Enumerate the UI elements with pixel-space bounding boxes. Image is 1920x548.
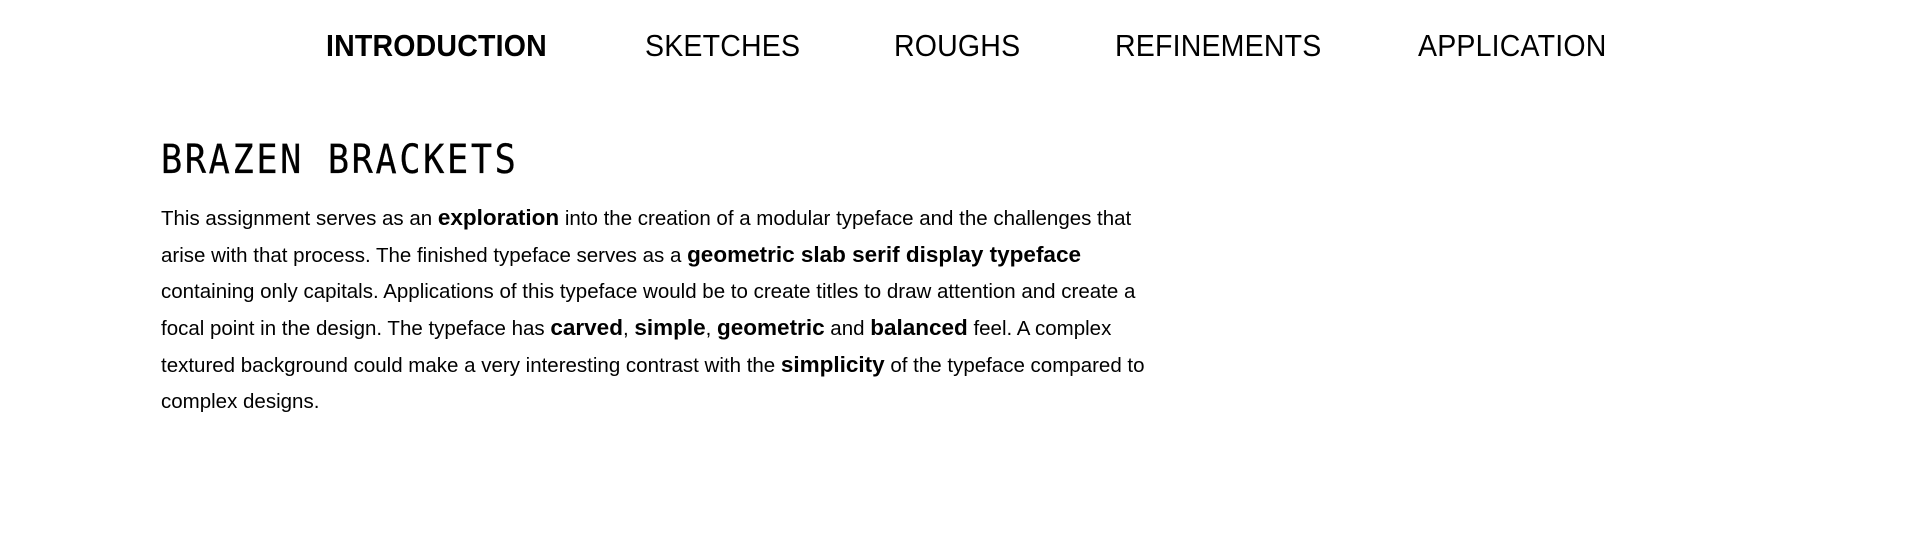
intro-paragraph: This assignment serves as an exploration… <box>161 200 1171 420</box>
emphasis-text: exploration <box>437 205 560 230</box>
page-title: BRAZEN BRACKETS <box>161 137 519 183</box>
nav-item-application[interactable]: APPLICATION <box>1418 24 1607 68</box>
intro-text: , <box>622 317 635 340</box>
nav-item-introduction[interactable]: INTRODUCTION <box>326 24 547 68</box>
nav-item-sketches[interactable]: SKETCHES <box>645 24 800 68</box>
intro-text: and <box>824 317 871 340</box>
emphasis-text: geometric slab serif display typeface <box>687 242 1081 267</box>
nav-item-refinements[interactable]: REFINEMENTS <box>1115 24 1321 68</box>
emphasis-text: geometric <box>717 315 825 340</box>
emphasis-text: balanced <box>870 315 968 340</box>
emphasis-text: simplicity <box>780 352 885 377</box>
intro-text: This assignment serves as an <box>161 207 438 230</box>
emphasis-text: simple <box>634 315 706 340</box>
nav-item-roughs[interactable]: ROUGHS <box>894 24 1020 68</box>
main-nav: INTRODUCTION SKETCHES ROUGHS REFINEMENTS… <box>0 24 1920 68</box>
emphasis-text: carved <box>550 315 623 340</box>
intro-text: , <box>705 317 718 340</box>
